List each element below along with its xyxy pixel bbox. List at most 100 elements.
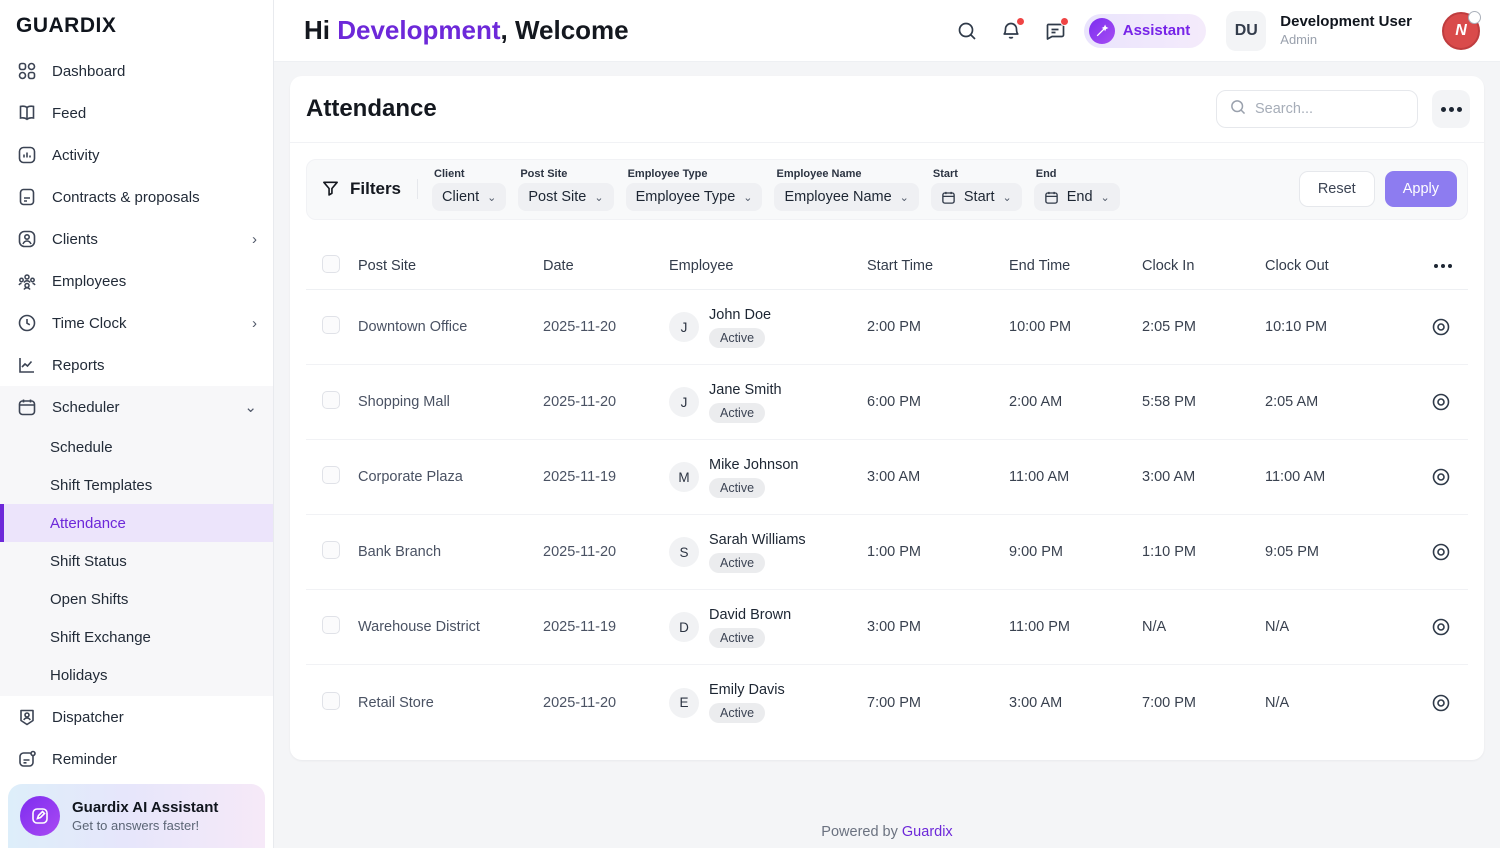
chevron-down-icon: ⌄ bbox=[900, 191, 909, 204]
table-row[interactable]: Bank Branch 2025-11-20 S Sarah WilliamsA… bbox=[306, 515, 1468, 590]
employees-icon bbox=[16, 270, 38, 292]
view-details-button[interactable] bbox=[1430, 466, 1452, 488]
cell-start-time: 2:00 PM bbox=[867, 319, 1009, 335]
avatar[interactable]: N bbox=[1442, 12, 1480, 50]
sidebar-item-contracts[interactable]: Contracts & proposals bbox=[0, 176, 273, 218]
cell-clock-in: 2:05 PM bbox=[1142, 319, 1265, 335]
sidebar-item-scheduler[interactable]: Scheduler ⌄ bbox=[0, 386, 273, 428]
status-badge: Active bbox=[709, 403, 765, 423]
sidebar-item-reports[interactable]: Reports bbox=[0, 344, 273, 386]
table-row[interactable]: Shopping Mall 2025-11-20 J Jane SmithAct… bbox=[306, 365, 1468, 440]
filter-end: End End⌄ bbox=[1034, 166, 1120, 211]
employee-name-dropdown[interactable]: Employee Name⌄ bbox=[774, 183, 918, 211]
row-checkbox[interactable] bbox=[322, 541, 340, 559]
table-row[interactable]: Warehouse District 2025-11-19 D David Br… bbox=[306, 590, 1468, 665]
table-row[interactable]: Downtown Office 2025-11-20 J John DoeAct… bbox=[306, 290, 1468, 365]
filters-bar: Filters Client Client⌄ Post Site Post Si… bbox=[306, 159, 1468, 220]
employee-avatar: S bbox=[669, 537, 699, 567]
ai-assistant-card[interactable]: Guardix AI Assistant Get to answers fast… bbox=[8, 784, 265, 848]
filter-actions: Reset Apply bbox=[1299, 171, 1457, 207]
assistant-label: Assistant bbox=[1123, 22, 1191, 39]
client-dropdown[interactable]: Client⌄ bbox=[432, 183, 506, 211]
footer-brand-link[interactable]: Guardix bbox=[902, 824, 953, 840]
row-checkbox[interactable] bbox=[322, 391, 340, 409]
content-area: Attendance bbox=[274, 62, 1500, 848]
chevron-down-icon: ⌄ bbox=[743, 191, 752, 204]
table-row[interactable]: Corporate Plaza 2025-11-19 M Mike Johnso… bbox=[306, 440, 1468, 515]
employee-type-dropdown[interactable]: Employee Type⌄ bbox=[626, 183, 763, 211]
more-options-button[interactable] bbox=[1432, 90, 1470, 128]
apply-button[interactable]: Apply bbox=[1385, 171, 1457, 207]
sidebar-item-activity[interactable]: Activity bbox=[0, 134, 273, 176]
filters-title: Filters bbox=[321, 179, 418, 199]
sidebar-subitem-schedule[interactable]: Schedule bbox=[0, 428, 273, 466]
sidebar-subitem-holidays[interactable]: Holidays bbox=[0, 656, 273, 694]
status-badge: Active bbox=[709, 328, 765, 348]
sidebar-subitem-open-shifts[interactable]: Open Shifts bbox=[0, 580, 273, 618]
document-icon bbox=[16, 186, 38, 208]
row-checkbox[interactable] bbox=[322, 466, 340, 484]
assistant-button[interactable]: Assistant bbox=[1084, 14, 1207, 48]
cell-clock-in: 5:58 PM bbox=[1142, 394, 1265, 410]
view-details-button[interactable] bbox=[1430, 541, 1452, 563]
view-details-button[interactable] bbox=[1430, 391, 1452, 413]
employee-avatar: D bbox=[669, 612, 699, 642]
sidebar-item-dashboard[interactable]: Dashboard bbox=[0, 50, 273, 92]
sidebar-item-clients[interactable]: Clients › bbox=[0, 218, 273, 260]
cell-end-time: 11:00 AM bbox=[1009, 469, 1142, 485]
reset-button[interactable]: Reset bbox=[1299, 171, 1375, 207]
clock-icon bbox=[16, 312, 38, 334]
column-header-clock-out[interactable]: Clock Out bbox=[1265, 258, 1391, 274]
row-checkbox[interactable] bbox=[322, 616, 340, 634]
sidebar-item-time-clock[interactable]: Time Clock › bbox=[0, 302, 273, 344]
column-header-post-site[interactable]: Post Site bbox=[358, 258, 543, 274]
end-date-dropdown[interactable]: End⌄ bbox=[1034, 183, 1120, 211]
view-details-button[interactable] bbox=[1430, 616, 1452, 638]
notifications-bell-icon[interactable] bbox=[996, 16, 1026, 46]
row-checkbox[interactable] bbox=[322, 316, 340, 334]
sidebar-item-employees[interactable]: Employees bbox=[0, 260, 273, 302]
view-details-button[interactable] bbox=[1430, 692, 1452, 714]
cell-employee: D David BrownActive bbox=[669, 607, 867, 648]
search-icon[interactable] bbox=[952, 16, 982, 46]
columns-menu-button[interactable] bbox=[1391, 264, 1452, 268]
search-input[interactable] bbox=[1255, 101, 1405, 117]
column-header-clock-in[interactable]: Clock In bbox=[1142, 258, 1265, 274]
notification-dot bbox=[1016, 17, 1025, 26]
view-details-button[interactable] bbox=[1430, 316, 1452, 338]
column-header-start-time[interactable]: Start Time bbox=[867, 258, 1009, 274]
filter-employee-name: Employee Name Employee Name⌄ bbox=[774, 166, 918, 211]
feed-icon bbox=[16, 102, 38, 124]
table-search bbox=[1216, 90, 1418, 128]
column-header-employee[interactable]: Employee bbox=[669, 258, 867, 274]
messages-icon[interactable] bbox=[1040, 16, 1070, 46]
filter-value: Start bbox=[964, 189, 995, 205]
cell-clock-in: N/A bbox=[1142, 619, 1265, 635]
card-bottom-spacer bbox=[290, 740, 1484, 760]
sidebar-subitem-shift-templates[interactable]: Shift Templates bbox=[0, 466, 273, 504]
cell-clock-out: N/A bbox=[1265, 695, 1391, 711]
sidebar-item-reminder[interactable]: Reminder bbox=[0, 738, 273, 780]
employee-name: David Brown bbox=[709, 607, 791, 623]
row-checkbox[interactable] bbox=[322, 692, 340, 710]
sidebar-subitem-label: Open Shifts bbox=[50, 591, 128, 608]
select-all-checkbox[interactable] bbox=[322, 255, 340, 273]
cell-post-site: Retail Store bbox=[358, 695, 543, 711]
column-header-date[interactable]: Date bbox=[543, 258, 669, 274]
cell-clock-in: 7:00 PM bbox=[1142, 695, 1265, 711]
start-date-dropdown[interactable]: Start⌄ bbox=[931, 183, 1022, 211]
post-site-dropdown[interactable]: Post Site⌄ bbox=[518, 183, 613, 211]
filter-value: Post Site bbox=[528, 189, 586, 205]
sidebar-subitem-shift-status[interactable]: Shift Status bbox=[0, 542, 273, 580]
sidebar-item-dispatcher[interactable]: Dispatcher bbox=[0, 696, 273, 738]
table-row[interactable]: Retail Store 2025-11-20 E Emily DavisAct… bbox=[306, 665, 1468, 740]
cell-post-site: Bank Branch bbox=[358, 544, 543, 560]
user-initials-badge[interactable]: DU bbox=[1226, 11, 1266, 51]
sidebar-subitem-shift-exchange[interactable]: Shift Exchange bbox=[0, 618, 273, 656]
cell-end-time: 11:00 PM bbox=[1009, 619, 1142, 635]
sidebar-item-feed[interactable]: Feed bbox=[0, 92, 273, 134]
filter-client: Client Client⌄ bbox=[432, 166, 506, 211]
filter-label: Employee Type bbox=[628, 168, 763, 180]
column-header-end-time[interactable]: End Time bbox=[1009, 258, 1142, 274]
sidebar-subitem-attendance[interactable]: Attendance bbox=[0, 504, 273, 542]
